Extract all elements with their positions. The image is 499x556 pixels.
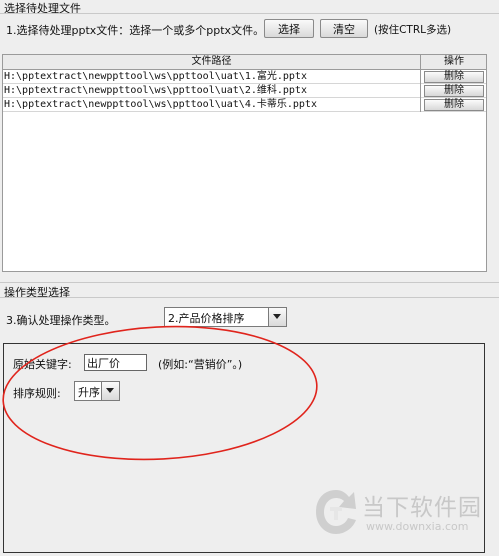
column-header-action: 操作 (444, 56, 464, 67)
action-cell: 删除 (422, 98, 486, 112)
divider (0, 282, 499, 283)
watermark-url: www.downxia.com (366, 520, 469, 533)
file-table: 文件路径 操作 H:\pptextract\newppttool\ws\pptt… (2, 54, 487, 272)
multi-select-hint: (按住CTRL多选) (374, 24, 452, 36)
file-select-prompt: 1.选择待处理pptx文件：选择一个或多个pptx文件。 (6, 24, 265, 37)
delete-button[interactable]: 删除 (424, 71, 484, 83)
table-row[interactable]: H:\pptextract\newppttool\ws\ppttool\uat\… (3, 70, 486, 84)
file-path-cell: H:\pptextract\newppttool\ws\ppttool\uat\… (3, 98, 421, 112)
watermark-brand: 当下软件园 (362, 495, 482, 521)
delete-button[interactable]: 删除 (424, 99, 484, 111)
watermark-logo-icon (312, 487, 360, 537)
action-cell: 删除 (422, 84, 486, 98)
divider (0, 13, 499, 14)
table-row[interactable]: H:\pptextract\newppttool\ws\ppttool\uat\… (3, 84, 486, 98)
table-row[interactable]: H:\pptextract\newppttool\ws\ppttool\uat\… (3, 98, 486, 112)
column-header-path: 文件路径 (3, 55, 421, 69)
clear-button[interactable]: 清空 (320, 19, 368, 38)
annotation-circle (2, 325, 318, 461)
divider (0, 297, 499, 298)
file-path-cell: H:\pptextract\newppttool\ws\ppttool\uat\… (3, 84, 421, 98)
select-button[interactable]: 选择 (264, 19, 314, 38)
table-header: 文件路径 操作 (3, 55, 486, 70)
file-path-cell: H:\pptextract\newppttool\ws\ppttool\uat\… (3, 70, 421, 84)
delete-button[interactable]: 删除 (424, 85, 484, 97)
action-cell: 删除 (422, 70, 486, 84)
